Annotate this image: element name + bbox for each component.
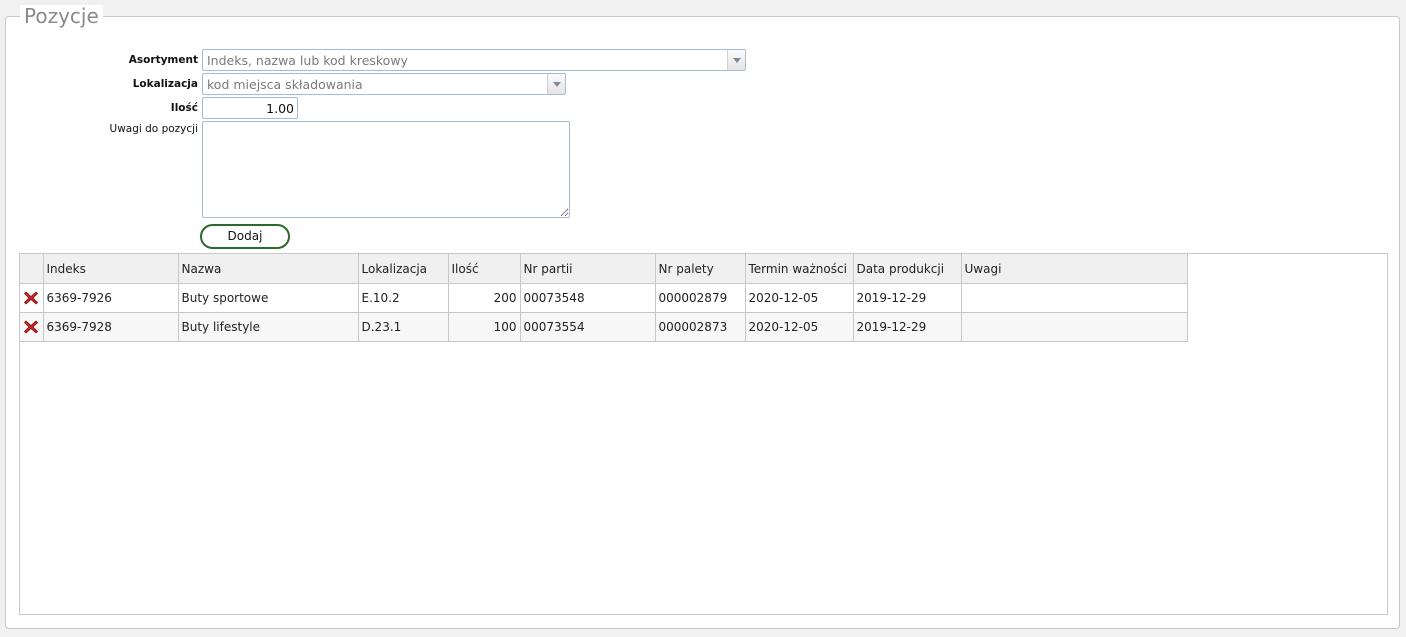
lokalizacja-label: Lokalizacja [132,78,198,90]
column-header-lokalizacja[interactable]: Lokalizacja [357,254,449,284]
cell-lokalizacja: D.23.1 [357,312,449,342]
chevron-down-icon[interactable] [727,50,745,70]
column-header-ilosc[interactable]: Ilość [447,254,521,284]
ilosc-label: Ilość [170,102,198,114]
column-header-indeks[interactable]: Indeks [42,254,179,284]
cell-ilosc: 200 [447,283,521,313]
column-header-nazwa[interactable]: Nazwa [177,254,359,284]
cell-uwagi [960,312,1188,342]
quantity-input[interactable] [202,97,298,119]
cell-data-produkcji: 2019-12-29 [852,312,962,342]
cell-ilosc: 100 [447,312,521,342]
column-header-nr-partii[interactable]: Nr partii [519,254,656,284]
delete-x-icon[interactable] [23,319,39,335]
cell-nr-partii: 00073554 [519,312,656,342]
cell-termin: 2020-12-05 [744,283,854,313]
cell-lokalizacja: E.10.2 [357,283,449,313]
cell-data-produkcji: 2019-12-29 [852,283,962,313]
asortyment-combobox[interactable] [202,49,746,71]
cell-indeks: 6369-7926 [42,283,179,313]
section-title: Pozycje [20,5,103,27]
cell-nazwa: Buty lifestyle [177,312,359,342]
column-header-nr-palety[interactable]: Nr palety [654,254,746,284]
table-row[interactable]: 6369-7928 Buty lifestyle D.23.1 100 0007… [20,312,1188,342]
table-header-row: Indeks Nazwa Lokalizacja Ilość Nr partii… [20,254,1188,284]
positions-grid: Indeks Nazwa Lokalizacja Ilość Nr partii… [19,253,1388,615]
delete-cell[interactable] [20,283,44,313]
lokalizacja-input[interactable] [203,74,547,94]
asortyment-input[interactable] [203,50,727,70]
cell-indeks: 6369-7928 [42,312,179,342]
delete-cell[interactable] [20,312,44,342]
delete-x-icon[interactable] [23,290,39,306]
notes-textarea[interactable] [202,121,570,218]
table-row[interactable]: 6369-7926 Buty sportowe E.10.2 200 00073… [20,283,1188,313]
cell-uwagi [960,283,1188,313]
cell-nr-palety: 000002873 [654,312,746,342]
cell-nr-partii: 00073548 [519,283,656,313]
cell-termin: 2020-12-05 [744,312,854,342]
column-header-data-produkcji[interactable]: Data produkcji [852,254,962,284]
column-header-uwagi[interactable]: Uwagi [960,254,1188,284]
uwagi-label: Uwagi do pozycji [109,123,198,135]
add-button[interactable]: Dodaj [200,224,290,249]
lokalizacja-combobox[interactable] [202,73,566,95]
cell-nazwa: Buty sportowe [177,283,359,313]
chevron-down-icon[interactable] [547,74,565,94]
column-header-action [20,254,44,284]
cell-nr-palety: 000002879 [654,283,746,313]
column-header-termin[interactable]: Termin ważności [744,254,854,284]
asortyment-label: Asortyment [128,54,198,66]
positions-table: Indeks Nazwa Lokalizacja Ilość Nr partii… [20,254,1188,342]
